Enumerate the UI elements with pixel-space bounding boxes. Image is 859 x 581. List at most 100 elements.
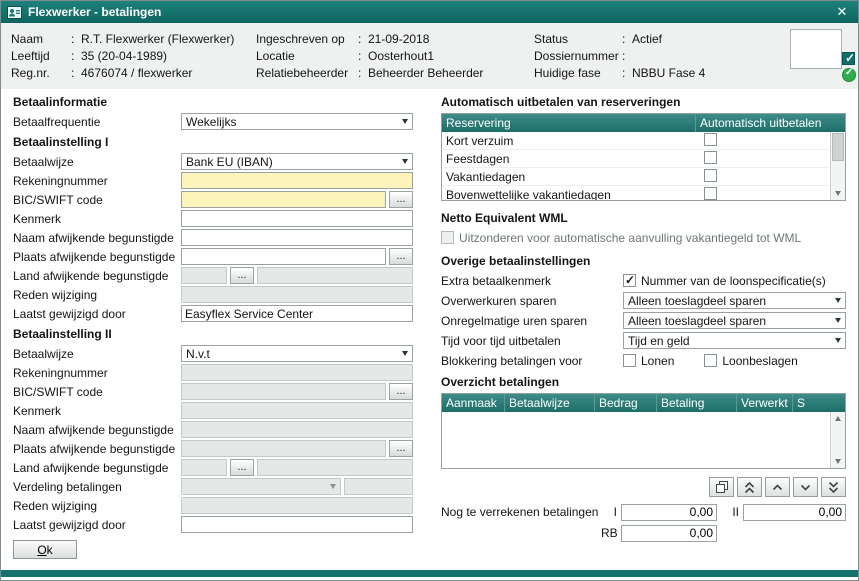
- betaalwijze-1-select[interactable]: Bank EU (IBAN): [181, 153, 413, 170]
- field-nog-te-verrekenen: Nog te verrekenen betalingen I II: [441, 503, 846, 521]
- double-chevron-down-icon: [828, 481, 839, 494]
- field-wml-uitzonderen: Uitzonderen voor automatische aanvulling…: [441, 229, 846, 246]
- reserveringen-table-body: Kort verzuim Feestdagen Vakantiedagen Bo…: [442, 132, 830, 200]
- tijd-voor-tijd-select[interactable]: Tijd en geld: [623, 332, 846, 349]
- field-reden-wijziging-1: Reden wijziging: [13, 286, 415, 303]
- bovenwettelijke-vakantiedagen-checkbox[interactable]: [704, 187, 717, 200]
- chevron-down-icon: [835, 298, 841, 303]
- overzicht-toolbar: [441, 477, 846, 497]
- bic-swift-1-input[interactable]: [181, 191, 386, 208]
- info-regnr: Reg.nr.:4676074 / flexwerker: [11, 65, 234, 82]
- bottom-accent-bar: [1, 570, 858, 577]
- table-row: Feestdagen: [442, 150, 830, 168]
- scroll-up-icon[interactable]: [831, 412, 845, 425]
- scroll-down-icon[interactable]: [831, 455, 845, 468]
- scrollbar[interactable]: [830, 412, 845, 468]
- section-betaalinstelling-1: Betaalinstelling I: [13, 135, 415, 149]
- column-header-reservering: Reservering: [442, 114, 695, 132]
- plaats-begunstigde-1-input[interactable]: [181, 248, 386, 265]
- verdeling-betalingen-input: [344, 478, 413, 495]
- field-betaalfrequentie: Betaalfrequentie Wekelijks: [13, 113, 415, 130]
- lonen-checkbox[interactable]: [623, 354, 636, 367]
- verdeling-betalingen-select: [181, 478, 341, 495]
- scroll-down-icon[interactable]: [831, 187, 845, 200]
- reserveringen-table: Reservering Automatisch uitbetalen Kort …: [441, 113, 846, 201]
- verrekenen-rb-input[interactable]: [621, 525, 717, 542]
- info-leeftijd: Leeftijd:35 (20-04-1989): [11, 48, 234, 65]
- bic-swift-1-browse-button[interactable]: ...: [389, 191, 413, 208]
- verrekenen-ii-input[interactable]: [743, 504, 846, 521]
- land-code-2-input: [181, 459, 227, 476]
- info-ingeschreven: Ingeschreven op:21-09-2018: [256, 31, 483, 48]
- betaalwijze-2-select[interactable]: N.v.t: [181, 345, 413, 362]
- table-row: Vakantiedagen: [442, 168, 830, 186]
- land-naam-2-input: [257, 459, 413, 476]
- kort-verzuim-checkbox[interactable]: [704, 133, 717, 146]
- header-col-2: Ingeschreven op:21-09-2018 Locatie:Ooste…: [256, 31, 483, 82]
- plaats-begunstigde-2-browse-button[interactable]: ...: [389, 440, 413, 457]
- vakantiedagen-checkbox[interactable]: [704, 169, 717, 182]
- column-header-betaalwijze: Betaalwijze: [504, 394, 594, 412]
- feestdagen-checkbox[interactable]: [704, 151, 717, 164]
- scrollbar[interactable]: [830, 132, 845, 200]
- field-kenmerk-1: Kenmerk: [13, 210, 415, 227]
- table-row: Bovenwettelijke vakantiedagen: [442, 186, 830, 200]
- land-2-browse-button[interactable]: ...: [230, 459, 254, 476]
- bic-swift-2-browse-button[interactable]: ...: [389, 383, 413, 400]
- scroll-up-button[interactable]: [765, 477, 790, 497]
- field-tijd-voor-tijd-uitbetalen: Tijd voor tijd uitbetalen Tijd en geld: [441, 332, 846, 349]
- section-netto-equivalent-wml: Netto Equivalent WML: [441, 211, 846, 225]
- header-flag-checkbox[interactable]: [842, 52, 855, 65]
- scroll-to-top-button[interactable]: [737, 477, 762, 497]
- land-code-1-input: [181, 267, 227, 284]
- betaalfrequentie-select[interactable]: Wekelijks: [181, 113, 413, 130]
- chevron-down-icon: [402, 351, 408, 356]
- laatst-gewijzigd-1-input[interactable]: [181, 305, 413, 322]
- onregelmatige-uren-sparen-select[interactable]: Alleen toeslagdeel sparen: [623, 312, 846, 329]
- flexwerker-info-header: Naam:R.T. Flexwerker (Flexwerker) Leefti…: [1, 23, 858, 90]
- scroll-to-bottom-button[interactable]: [821, 477, 846, 497]
- land-naam-1-input: [257, 267, 413, 284]
- chevron-down-icon: [402, 119, 408, 124]
- verrekenen-i-label: I: [601, 505, 617, 519]
- copy-icon: [716, 481, 728, 493]
- field-reden-wijziging-2: Reden wijziging: [13, 497, 415, 514]
- field-verrekenen-rb: RB: [441, 524, 846, 542]
- flexwerker-betalingen-window: Flexwerker - betalingen ✕ Naam:R.T. Flex…: [0, 0, 859, 581]
- column-header-bedrag: Bedrag: [594, 394, 656, 412]
- window-title: Flexwerker - betalingen: [28, 5, 826, 19]
- kenmerk-1-input[interactable]: [181, 210, 413, 227]
- field-plaats-begunstigde-1: Plaats afwijkende begunstigde ...: [13, 248, 415, 265]
- section-automatisch-uitbetalen: Automatisch uitbetalen van reserveringen: [441, 95, 846, 109]
- ok-button[interactable]: Ok: [13, 540, 77, 559]
- verrekenen-rb-label: RB: [601, 526, 617, 540]
- laatst-gewijzigd-2-input[interactable]: [181, 516, 413, 533]
- scroll-down-button[interactable]: [793, 477, 818, 497]
- rekeningnummer-1-input[interactable]: [181, 172, 413, 189]
- naam-begunstigde-1-input[interactable]: [181, 229, 413, 246]
- status-ok-icon: [842, 68, 856, 82]
- wml-uitzonderen-checkbox: [441, 231, 454, 244]
- verrekenen-ii-label: II: [725, 505, 739, 519]
- header-col-1: Naam:R.T. Flexwerker (Flexwerker) Leefti…: [11, 31, 234, 82]
- app-icon: [7, 5, 22, 20]
- scrollbar-thumb[interactable]: [832, 133, 844, 161]
- field-rekeningnummer-2: Rekeningnummer: [13, 364, 415, 381]
- close-icon[interactable]: ✕: [832, 4, 852, 20]
- field-bic-swift-1: BIC/SWIFT code ...: [13, 191, 415, 208]
- betaal-settings-column: Betaalinformatie Betaalfrequentie Wekeli…: [13, 95, 415, 559]
- field-land-begunstigde-2: Land afwijkende begunstigde ...: [13, 459, 415, 476]
- info-huidige-fase: Huidige fase:NBBU Fase 4: [534, 65, 705, 82]
- copy-button[interactable]: [709, 477, 734, 497]
- plaats-begunstigde-2-input: [181, 440, 386, 457]
- loonbeslagen-checkbox[interactable]: [704, 354, 717, 367]
- plaats-begunstigde-1-browse-button[interactable]: ...: [389, 248, 413, 265]
- reserveringen-column: Automatisch uitbetalen van reserveringen…: [441, 95, 846, 545]
- extra-betaalkenmerk-checkbox[interactable]: [623, 274, 636, 287]
- field-laatst-gewijzigd-2: Laatst gewijzigd door: [13, 516, 415, 533]
- verrekenen-i-input[interactable]: [621, 504, 717, 521]
- land-1-browse-button[interactable]: ...: [230, 267, 254, 284]
- column-header-automatisch-uitbetalen: Automatisch uitbetalen: [695, 114, 845, 132]
- overwerkuren-sparen-select[interactable]: Alleen toeslagdeel sparen: [623, 292, 846, 309]
- overzicht-betalingen-table: Aanmaak Betaalwijze Bedrag Betaling Verw…: [441, 393, 846, 469]
